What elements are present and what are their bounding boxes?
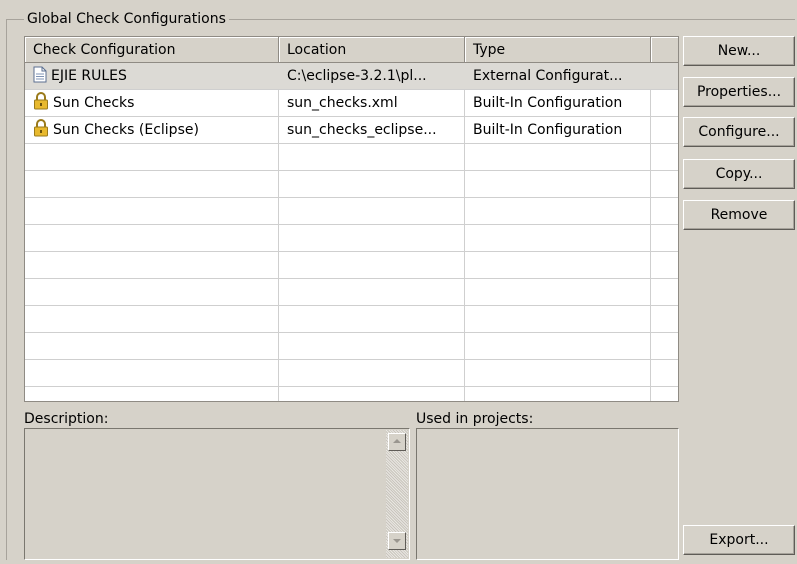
group-title: Global Check Configurations	[24, 10, 229, 28]
empty-row	[25, 171, 678, 198]
scroll-down-button[interactable]	[388, 532, 406, 550]
arrow-down-icon	[393, 539, 401, 543]
empty-row	[25, 306, 678, 333]
lock-icon	[33, 119, 49, 143]
config-name: Sun Checks	[53, 95, 135, 111]
row-name-cell: EJIE RULES	[25, 63, 279, 89]
check-configurations-table[interactable]: Check Configuration Location Type EJIE R…	[24, 36, 679, 402]
export-button[interactable]: Export...	[683, 525, 795, 555]
config-location: sun_checks_eclipse...	[287, 122, 437, 138]
empty-row	[25, 144, 678, 171]
description-text-area[interactable]	[24, 428, 410, 560]
empty-row	[25, 279, 678, 306]
table-row[interactable]: Sun Checks (Eclipse) sun_checks_eclipse.…	[25, 117, 678, 144]
lock-icon	[33, 92, 49, 116]
row-name-cell: Sun Checks	[25, 90, 279, 116]
config-type: Built-In Configuration	[473, 95, 623, 111]
column-header-check-configuration[interactable]: Check Configuration	[25, 37, 279, 63]
configure-button[interactable]: Configure...	[683, 117, 795, 147]
remove-button[interactable]: Remove	[683, 200, 795, 230]
table-row[interactable]: Sun Checks sun_checks.xml Built-In Confi…	[25, 90, 678, 117]
new-button[interactable]: New...	[683, 36, 795, 66]
document-icon	[33, 66, 47, 89]
empty-row	[25, 360, 678, 387]
config-location: sun_checks.xml	[287, 95, 398, 111]
config-name: EJIE RULES	[51, 68, 127, 84]
config-type: External Configurat...	[473, 68, 623, 84]
table-row[interactable]: EJIE RULES C:\eclipse-3.2.1\pl... Extern…	[25, 63, 678, 90]
table-header: Check Configuration Location Type	[25, 37, 678, 63]
empty-row	[25, 198, 678, 225]
properties-button[interactable]: Properties...	[683, 77, 795, 107]
empty-row	[25, 333, 678, 360]
scroll-up-button[interactable]	[388, 433, 406, 451]
config-name: Sun Checks (Eclipse)	[53, 122, 199, 138]
used-in-projects-label: Used in projects:	[416, 411, 534, 427]
config-location: C:\eclipse-3.2.1\pl...	[287, 68, 427, 84]
column-header-type[interactable]: Type	[465, 37, 651, 63]
row-name-cell: Sun Checks (Eclipse)	[25, 117, 279, 143]
arrow-up-icon	[393, 439, 401, 443]
column-header-location[interactable]: Location	[279, 37, 465, 63]
empty-row	[25, 225, 678, 252]
copy-button[interactable]: Copy...	[683, 159, 795, 189]
config-type: Built-In Configuration	[473, 122, 623, 138]
empty-row	[25, 252, 678, 279]
description-label: Description:	[24, 411, 109, 427]
column-header-extra[interactable]	[651, 37, 678, 63]
used-in-projects-list[interactable]	[416, 428, 679, 560]
